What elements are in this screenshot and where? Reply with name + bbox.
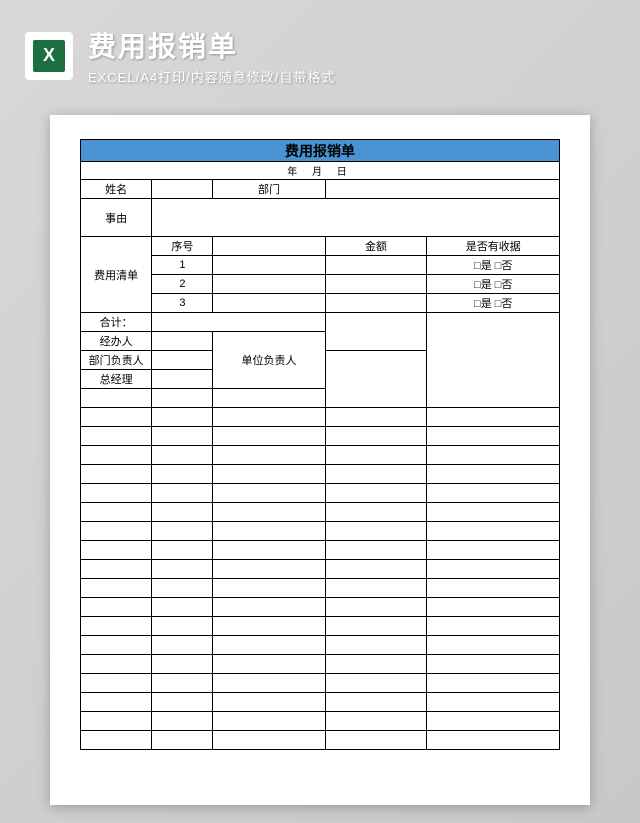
seq-3: 3 — [152, 294, 213, 313]
amount-3[interactable] — [325, 294, 427, 313]
page-header: X 费用报销单 EXCEL/A4打印/内容随意修改/自带格式 — [0, 0, 640, 101]
field-handler[interactable] — [152, 332, 213, 351]
grid-row — [81, 465, 152, 484]
field-reason[interactable] — [152, 199, 560, 237]
receipt-1[interactable]: □是 □否 — [427, 256, 560, 275]
receipt-3[interactable]: □是 □否 — [427, 294, 560, 313]
grid-row — [81, 655, 152, 674]
grid-row — [81, 579, 152, 598]
grid-row — [81, 731, 152, 750]
label-amount: 金额 — [325, 237, 427, 256]
field-total-right[interactable] — [325, 313, 427, 351]
blank-r1c1 — [81, 389, 152, 408]
amount-1[interactable] — [325, 256, 427, 275]
field-gm[interactable] — [152, 370, 213, 389]
label-name: 姓名 — [81, 180, 152, 199]
field-dept[interactable] — [325, 180, 559, 199]
grid-row — [81, 522, 152, 541]
label-handler: 经办人 — [81, 332, 152, 351]
seq-2: 2 — [152, 275, 213, 294]
excel-icon: X — [25, 32, 73, 80]
grid-row — [81, 674, 152, 693]
grid-row — [81, 503, 152, 522]
field-right-block[interactable] — [427, 313, 560, 408]
field-name[interactable] — [152, 180, 213, 199]
grid-row — [81, 617, 152, 636]
label-seq: 序号 — [152, 237, 213, 256]
label-receipt: 是否有收据 — [427, 237, 560, 256]
desc-1[interactable] — [213, 256, 325, 275]
field-dept-head[interactable] — [152, 351, 213, 370]
amount-2[interactable] — [325, 275, 427, 294]
grid-row — [81, 560, 152, 579]
label-expense-list: 费用清单 — [81, 237, 152, 313]
form-title: 费用报销单 — [81, 140, 560, 162]
field-desc-header — [213, 237, 325, 256]
grid-row — [81, 427, 152, 446]
grid-row — [81, 693, 152, 712]
label-dept: 部门 — [213, 180, 325, 199]
document-paper: 费用报销单 年 月 日 姓名 部门 事由 费用清单 序号 金额 是否有收据 1 … — [50, 115, 590, 805]
grid-row — [81, 541, 152, 560]
label-gm: 总经理 — [81, 370, 152, 389]
blank-r1c2 — [152, 389, 213, 408]
expense-form-table: 费用报销单 年 月 日 姓名 部门 事由 费用清单 序号 金额 是否有收据 1 … — [80, 139, 560, 750]
grid-row — [81, 598, 152, 617]
title-block: 费用报销单 EXCEL/A4打印/内容随意修改/自带格式 — [88, 25, 335, 86]
desc-3[interactable] — [213, 294, 325, 313]
label-dept-head: 部门负责人 — [81, 351, 152, 370]
field-total-left[interactable] — [152, 313, 325, 332]
blank-r1c3 — [213, 389, 325, 408]
grid-row — [81, 484, 152, 503]
excel-icon-letter: X — [33, 40, 65, 72]
grid-row — [81, 446, 152, 465]
label-reason: 事由 — [81, 199, 152, 237]
label-unit-head: 单位负责人 — [213, 332, 325, 389]
grid-row — [81, 636, 152, 655]
form-date: 年 月 日 — [81, 162, 560, 180]
receipt-2[interactable]: □是 □否 — [427, 275, 560, 294]
grid-row — [81, 712, 152, 731]
page-title: 费用报销单 — [88, 25, 335, 65]
desc-2[interactable] — [213, 275, 325, 294]
page-subtitle: EXCEL/A4打印/内容随意修改/自带格式 — [88, 67, 335, 86]
grid-row — [81, 408, 152, 427]
field-unit-head[interactable] — [325, 351, 427, 408]
label-total: 合计： — [81, 313, 152, 332]
seq-1: 1 — [152, 256, 213, 275]
